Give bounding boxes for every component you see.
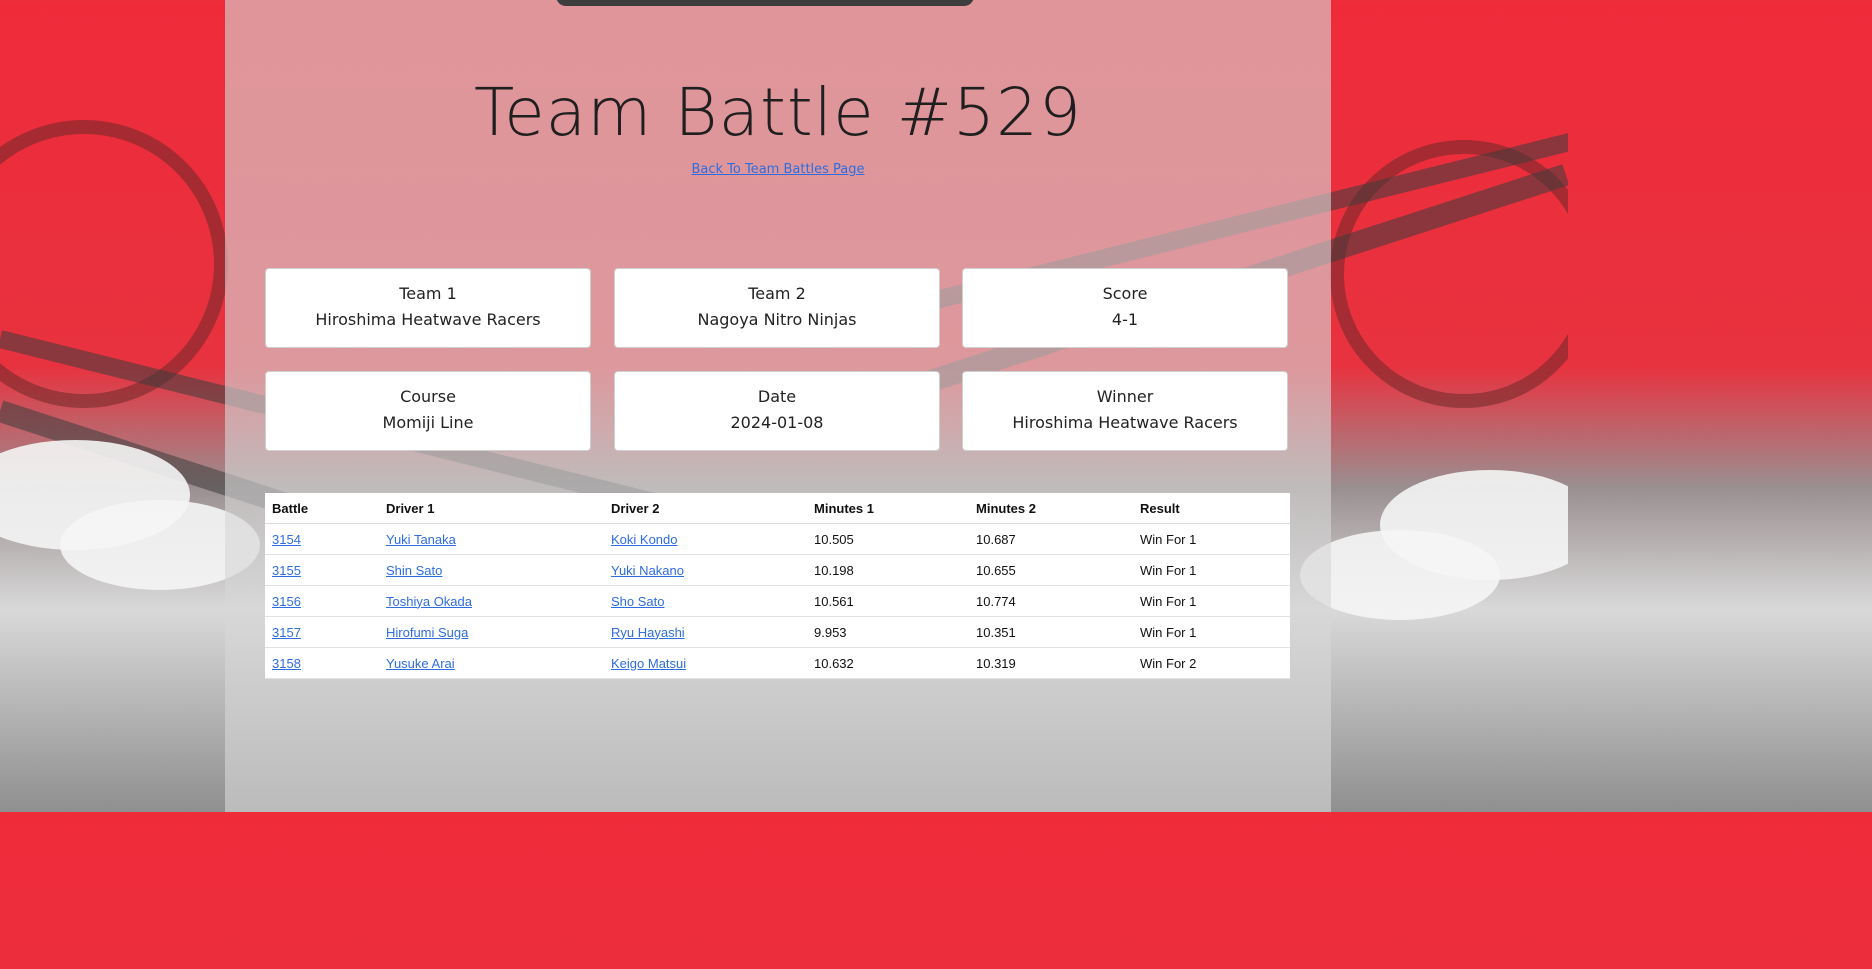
minutes2-cell: 10.687 xyxy=(969,523,1133,555)
page-title: Team Battle #529 xyxy=(473,74,1083,151)
result-cell: Win For 1 xyxy=(1133,554,1290,586)
driver1-link[interactable]: Hirofumi Suga xyxy=(386,625,468,640)
battles-table: Battle Driver 1 Driver 2 Minutes 1 Minut… xyxy=(265,493,1290,679)
minutes1-cell: 10.505 xyxy=(807,523,969,555)
driver2-link[interactable]: Ryu Hayashi xyxy=(611,625,685,640)
column-header-minutes2: Minutes 2 xyxy=(969,493,1133,524)
card-value: 4-1 xyxy=(1111,310,1139,329)
table-row: 3158 Yusuke Arai Keigo Matsui 10.632 10.… xyxy=(265,647,1290,679)
column-header-minutes1: Minutes 1 xyxy=(807,493,969,524)
driver1-link[interactable]: Toshiya Okada xyxy=(386,594,472,609)
card-label: Team 1 xyxy=(399,284,457,303)
column-header-driver2: Driver 2 xyxy=(604,493,807,524)
battle-link[interactable]: 3154 xyxy=(272,532,301,547)
card-label: Winner xyxy=(1096,387,1154,406)
result-cell: Win For 2 xyxy=(1133,647,1290,679)
card-value: Nagoya Nitro Ninjas xyxy=(697,310,857,329)
card-course: Course Momiji Line xyxy=(265,371,591,451)
driver2-cell: Keigo Matsui xyxy=(604,647,807,679)
back-to-team-battles-link[interactable]: Back To Team Battles Page xyxy=(691,162,864,177)
table-header-row: Battle Driver 1 Driver 2 Minutes 1 Minut… xyxy=(265,493,1290,524)
battle-cell: 3158 xyxy=(265,647,379,679)
minutes2-cell: 10.351 xyxy=(969,616,1133,648)
driver1-cell: Shin Sato xyxy=(379,554,604,586)
card-label: Course xyxy=(400,387,456,406)
driver2-cell: Ryu Hayashi xyxy=(604,616,807,648)
card-label: Score xyxy=(1102,284,1148,303)
driver1-link[interactable]: Yuki Tanaka xyxy=(386,532,456,547)
driver2-link[interactable]: Yuki Nakano xyxy=(611,563,684,578)
battle-link[interactable]: 3158 xyxy=(272,656,301,671)
column-header-result: Result xyxy=(1133,493,1290,524)
minutes1-cell: 10.632 xyxy=(807,647,969,679)
minutes1-cell: 10.561 xyxy=(807,585,969,617)
table-row: 3157 Hirofumi Suga Ryu Hayashi 9.953 10.… xyxy=(265,616,1290,648)
driver1-link[interactable]: Yusuke Arai xyxy=(386,656,455,671)
driver1-cell: Toshiya Okada xyxy=(379,585,604,617)
column-header-battle: Battle xyxy=(265,493,379,524)
driver1-link[interactable]: Shin Sato xyxy=(386,563,442,578)
driver2-link[interactable]: Koki Kondo xyxy=(611,532,678,547)
table-row: 3156 Toshiya Okada Sho Sato 10.561 10.77… xyxy=(265,585,1290,617)
battle-cell: 3157 xyxy=(265,616,379,648)
driver2-cell: Sho Sato xyxy=(604,585,807,617)
column-header-driver1: Driver 1 xyxy=(379,493,604,524)
minutes1-cell: 10.198 xyxy=(807,554,969,586)
card-label: Team 2 xyxy=(748,284,806,303)
battle-link[interactable]: 3155 xyxy=(272,563,301,578)
battle-cell: 3154 xyxy=(265,523,379,555)
minutes2-cell: 10.655 xyxy=(969,554,1133,586)
battle-cell: 3156 xyxy=(265,585,379,617)
table-row: 3154 Yuki Tanaka Koki Kondo 10.505 10.68… xyxy=(265,523,1290,555)
battle-link[interactable]: 3157 xyxy=(272,625,301,640)
back-link-container: Back To Team Battles Page xyxy=(225,162,1331,177)
driver2-link[interactable]: Sho Sato xyxy=(611,594,665,609)
battle-cell: 3155 xyxy=(265,554,379,586)
driver2-cell: Koki Kondo xyxy=(604,523,807,555)
driver2-cell: Yuki Nakano xyxy=(604,554,807,586)
driver1-cell: Hirofumi Suga xyxy=(379,616,604,648)
driver1-cell: Yuki Tanaka xyxy=(379,523,604,555)
driver1-cell: Yusuke Arai xyxy=(379,647,604,679)
minutes2-cell: 10.319 xyxy=(969,647,1133,679)
driver2-link[interactable]: Keigo Matsui xyxy=(611,656,686,671)
result-cell: Win For 1 xyxy=(1133,616,1290,648)
table-row: 3155 Shin Sato Yuki Nakano 10.198 10.655… xyxy=(265,554,1290,586)
card-value: Hiroshima Heatwave Racers xyxy=(315,310,541,329)
card-value: 2024-01-08 xyxy=(730,413,824,432)
minutes1-cell: 9.953 xyxy=(807,616,969,648)
card-team1: Team 1 Hiroshima Heatwave Racers xyxy=(265,268,591,348)
battle-link[interactable]: 3156 xyxy=(272,594,301,609)
result-cell: Win For 1 xyxy=(1133,585,1290,617)
top-bar xyxy=(556,0,974,6)
card-winner: Winner Hiroshima Heatwave Racers xyxy=(962,371,1288,451)
battles-table-container: Battle Driver 1 Driver 2 Minutes 1 Minut… xyxy=(265,493,1290,679)
result-cell: Win For 1 xyxy=(1133,523,1290,555)
card-value: Hiroshima Heatwave Racers xyxy=(1012,413,1238,432)
card-label: Date xyxy=(757,387,797,406)
card-date: Date 2024-01-08 xyxy=(614,371,940,451)
card-team2: Team 2 Nagoya Nitro Ninjas xyxy=(614,268,940,348)
card-value: Momiji Line xyxy=(382,413,474,432)
minutes2-cell: 10.774 xyxy=(969,585,1133,617)
card-score: Score 4-1 xyxy=(962,268,1288,348)
